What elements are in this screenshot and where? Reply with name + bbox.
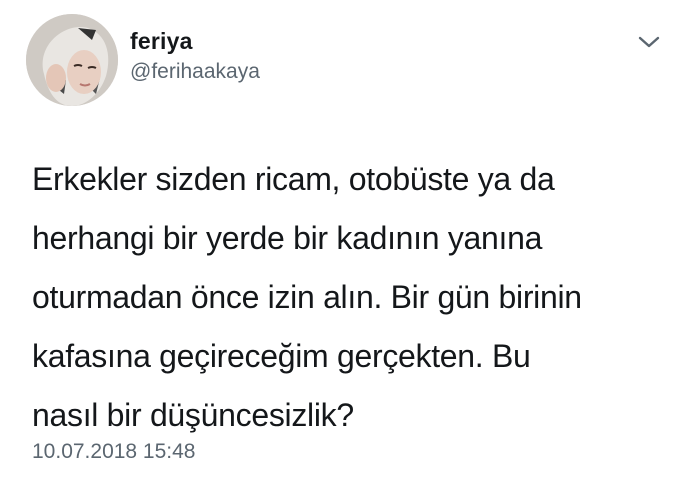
- tweet-card: feriya @ferihaakaya Erkekler sizden rica…: [0, 0, 690, 483]
- chevron-down-icon[interactable]: [636, 32, 662, 52]
- handle[interactable]: @ferihaakaya: [130, 60, 260, 84]
- tweet-text: Erkekler sizden ricam, otobüste ya da he…: [32, 161, 582, 433]
- display-name[interactable]: feriya: [130, 28, 193, 55]
- avatar[interactable]: [26, 14, 118, 106]
- timestamp[interactable]: 10.07.2018 15:48: [32, 440, 196, 464]
- avatar-image: [26, 14, 118, 106]
